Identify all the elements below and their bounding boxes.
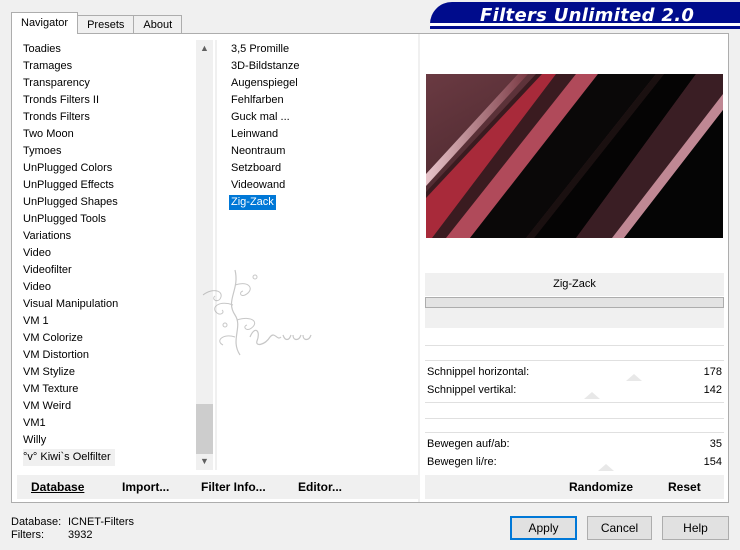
scrollbar-thumb[interactable] [196,404,213,454]
tab-strip: Navigator Presets About [11,12,183,34]
param-bewegen-auf-ab[interactable]: Bewegen auf/ab: 35 [425,436,724,454]
param-label: Bewegen li/re: [427,456,497,468]
slider-handle[interactable] [626,374,642,381]
filter-item[interactable]: Videowand [231,177,411,194]
filter-item[interactable]: 3,5 Promille [231,41,411,58]
filter-info-button[interactable]: Filter Info... [201,480,266,494]
filter-item[interactable]: 3D-Bildstanze [231,58,411,75]
category-item[interactable]: Toadies [23,41,193,58]
param-separator [425,432,724,433]
param-label: Bewegen auf/ab: [427,438,510,450]
param-schnippel-vertikal[interactable]: Schnippel vertikal: 142 [425,382,724,400]
editor-button[interactable]: Editor... [298,480,342,494]
reset-button[interactable]: Reset [668,480,701,494]
list-divider [215,40,217,470]
status-database-label: Database: [11,516,62,528]
tab-about[interactable]: About [133,15,183,34]
category-item[interactable]: Tronds Filters II [23,92,193,109]
randomize-button[interactable]: Randomize [569,480,633,494]
filter-item[interactable]: Setzboard [231,160,411,177]
status-filters: Filters: 3932 [11,529,92,541]
selected-filter-name: Zig-Zack [425,273,724,296]
category-item[interactable]: Willy [23,432,193,449]
param-value: 178 [703,366,722,378]
param-value: 142 [703,384,722,396]
category-item[interactable]: Visual Manipulation [23,296,193,313]
param-value: 35 [709,438,722,450]
progress-bar [425,297,724,308]
category-item[interactable]: Videofilter [23,262,193,279]
category-item[interactable]: VM Distortion [23,347,193,364]
filter-item[interactable]: Augenspiegel [231,75,411,92]
category-list[interactable]: Toadies Tramages Transparency Tronds Filter… [23,41,193,466]
navigator-button-bar: Database Import... Filter Info... Editor… [17,475,419,499]
category-item[interactable]: Two Moon [23,126,193,143]
category-scrollbar[interactable]: ▲ ▼ [196,40,213,470]
category-item[interactable]: VM Stylize [23,364,193,381]
status-database: Database: ICNET-Filters [11,516,134,528]
filter-item[interactable]: Neontraum [231,143,411,160]
help-button[interactable]: Help [662,516,729,540]
tab-presets[interactable]: Presets [77,15,135,34]
slider-handle[interactable] [584,392,600,399]
category-item[interactable]: UnPlugged Tools [23,211,193,228]
status-filters-value: 3932 [68,529,93,541]
filter-item[interactable]: Guck mal ... [231,109,411,126]
filter-preview-image [426,74,723,238]
category-item[interactable]: VM1 [23,415,193,432]
import-button[interactable]: Import... [122,480,169,494]
param-separator [425,418,724,419]
tab-navigator[interactable]: Navigator [11,12,79,34]
app-title: Filters Unlimited 2.0 [480,5,695,26]
app-banner: Filters Unlimited 2.0 [430,2,740,26]
category-item[interactable]: °v° Kiwi`s Oelfilter [23,449,193,466]
category-item[interactable]: Video [23,245,193,262]
param-label: Schnippel vertikal: [427,384,517,396]
category-item[interactable]: Tronds Filters [23,109,193,126]
category-item[interactable]: VM Weird [23,398,193,415]
param-separator [425,402,724,403]
filter-item[interactable]: Fehlfarben [231,92,411,109]
category-item[interactable]: Variations [23,228,193,245]
param-separator [425,360,724,361]
param-value: 154 [703,456,722,468]
apply-button[interactable]: Apply [510,516,577,540]
category-item[interactable]: Tramages [23,58,193,75]
filter-item-label-selected: Zig-Zack [229,195,276,210]
filter-item[interactable]: Zig-Zack [229,194,411,211]
category-item[interactable]: Video [23,279,193,296]
database-button[interactable]: Database [31,480,84,494]
param-bewegen-li-re[interactable]: Bewegen li/re: 154 [425,454,724,472]
param-button-bar: Randomize Reset [425,475,724,499]
slider-handle[interactable] [598,464,614,471]
category-item[interactable]: VM Texture [23,381,193,398]
filter-list[interactable]: 3,5 Promille 3D-Bildstanze Augenspiegel Feh… [229,41,411,211]
status-filters-label: Filters: [11,529,44,541]
category-item[interactable]: Transparency [23,75,193,92]
scroll-up-arrow-icon[interactable]: ▲ [196,40,213,57]
category-item[interactable]: VM 1 [23,313,193,330]
category-item[interactable]: UnPlugged Colors [23,160,193,177]
param-schnippel-horizontal[interactable]: Schnippel horizontal: 178 [425,364,724,382]
cancel-button[interactable]: Cancel [587,516,652,540]
filter-info-area [425,308,724,328]
category-item[interactable]: VM Colorize [23,330,193,347]
param-separator [425,345,724,346]
sylviane-watermark [202,269,312,356]
category-item-label: °v° Kiwi`s Oelfilter [23,449,115,466]
category-item[interactable]: Tymoes [23,143,193,160]
scroll-down-arrow-icon[interactable]: ▼ [196,453,213,470]
param-label: Schnippel horizontal: [427,366,530,378]
panel-divider [418,34,420,502]
status-database-value: ICNET-Filters [68,516,134,528]
category-item[interactable]: UnPlugged Shapes [23,194,193,211]
category-item[interactable]: UnPlugged Effects [23,177,193,194]
filter-item[interactable]: Leinwand [231,126,411,143]
